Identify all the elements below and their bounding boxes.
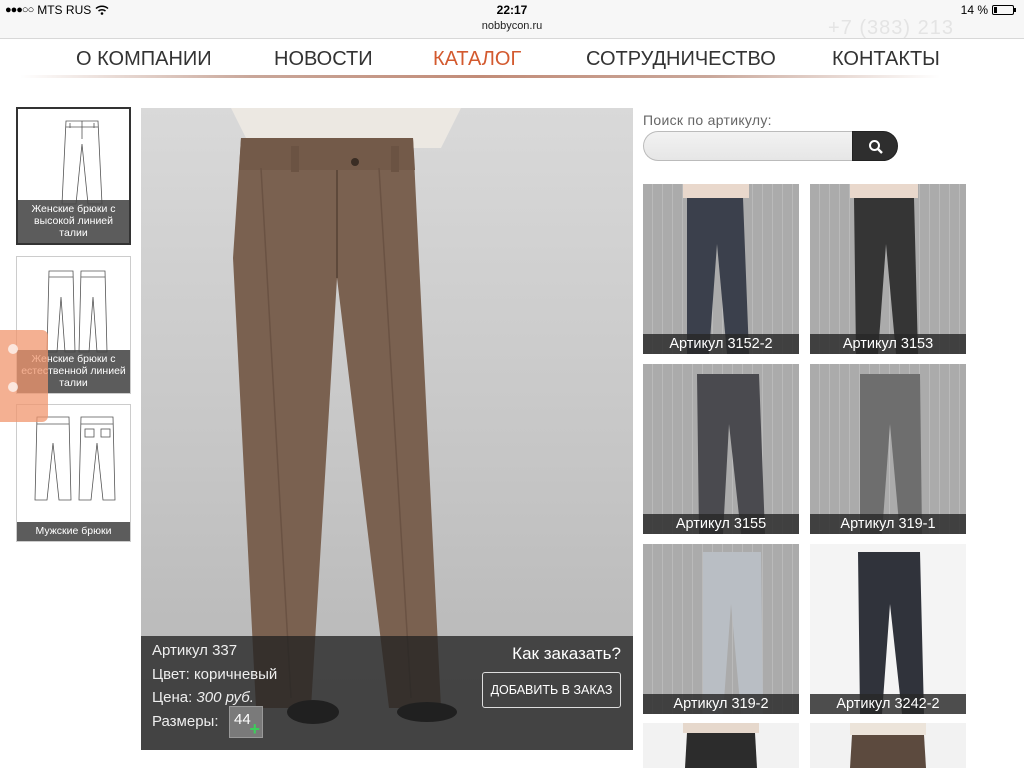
trousers-sketch-icon (61, 120, 103, 205)
search-icon (869, 140, 883, 154)
product-price: Цена: 300 руб. (152, 689, 254, 706)
product-article: Артикул 337 (152, 642, 238, 659)
size-value: 44 (234, 711, 251, 728)
product-info-panel: Артикул 337 Цвет: коричневый Цена: 300 р… (141, 636, 633, 750)
product-card-label: Артикул 3153 (810, 334, 966, 354)
add-to-order-button[interactable]: Добавить в заказ (482, 672, 621, 708)
battery-icon (992, 5, 1016, 15)
battery-percent: 14 % (960, 3, 988, 17)
product-thumbnail (850, 184, 918, 354)
clock: 22:17 (496, 3, 528, 17)
nav-item-news[interactable]: Новости (274, 48, 373, 71)
product-thumbnail (858, 552, 924, 714)
category-caption: Женские брюки с высокой линией талии (18, 200, 129, 243)
nav-item-contacts[interactable]: Контакты (832, 48, 940, 71)
product-card[interactable]: Артикул 3155 (643, 364, 799, 534)
product-card[interactable]: Артикул 3153 (810, 184, 966, 354)
article-search-input[interactable] (643, 131, 855, 161)
main-nav: О компании Новости Каталог Сотрудничеств… (0, 40, 1024, 78)
url-bar[interactable]: nobbycon.ru +7 (383) 213 (0, 17, 1024, 39)
product-card[interactable]: Артикул 3242-2 (810, 544, 966, 714)
product-card-label: Артикул 3155 (643, 514, 799, 534)
size-option-44[interactable]: 44 + (229, 706, 263, 738)
category-men[interactable]: Мужские брюки (16, 404, 131, 542)
category-caption: Мужские брюки (17, 522, 130, 541)
plus-icon: + (249, 719, 260, 739)
product-card-label: Артикул 319-1 (810, 514, 966, 534)
product-card-label: Артикул 3242-2 (810, 694, 966, 714)
product-card[interactable] (810, 723, 966, 768)
url-text: nobbycon.ru (481, 20, 543, 32)
product-thumbnail (860, 374, 922, 534)
product-card[interactable]: Артикул 3152-2 (643, 184, 799, 354)
product-card[interactable] (643, 723, 799, 768)
widget-icon (8, 382, 18, 392)
how-to-order-link[interactable]: Как заказать? (512, 644, 621, 664)
search-label: Поиск по артикулу: (643, 112, 772, 128)
category-women-high-waist[interactable]: Женские брюки с высокой линией талии (16, 107, 131, 245)
widget-icon (8, 344, 18, 354)
battery-info: 14 % (960, 3, 1016, 17)
product-color: Цвет: коричневый (152, 666, 278, 683)
nav-item-cooperation[interactable]: Сотрудничество (586, 48, 776, 71)
nav-item-about[interactable]: О компании (76, 48, 212, 71)
product-card[interactable]: Артикул 319-1 (810, 364, 966, 534)
product-thumbnail (850, 723, 926, 768)
product-thumbnail (703, 552, 763, 714)
product-thumbnail (683, 184, 749, 354)
nav-item-catalog[interactable]: Каталог (433, 48, 521, 71)
product-thumbnail (697, 374, 765, 534)
search-button[interactable] (852, 131, 898, 161)
header-phone: +7 (383) 213 (828, 17, 954, 39)
product-sizes-label: Размеры: (152, 713, 219, 730)
price-value: 300 руб. (196, 689, 254, 706)
product-thumbnail (683, 723, 759, 768)
product-card-label: Артикул 3152-2 (643, 334, 799, 354)
product-viewer: Артикул 337 Цвет: коричневый Цена: 300 р… (141, 108, 633, 750)
product-card[interactable]: Артикул 319-2 (643, 544, 799, 714)
side-widget-tab[interactable] (0, 330, 48, 422)
product-card-label: Артикул 319-2 (643, 694, 799, 714)
price-label: Цена: (152, 689, 197, 706)
nav-divider (20, 75, 940, 78)
